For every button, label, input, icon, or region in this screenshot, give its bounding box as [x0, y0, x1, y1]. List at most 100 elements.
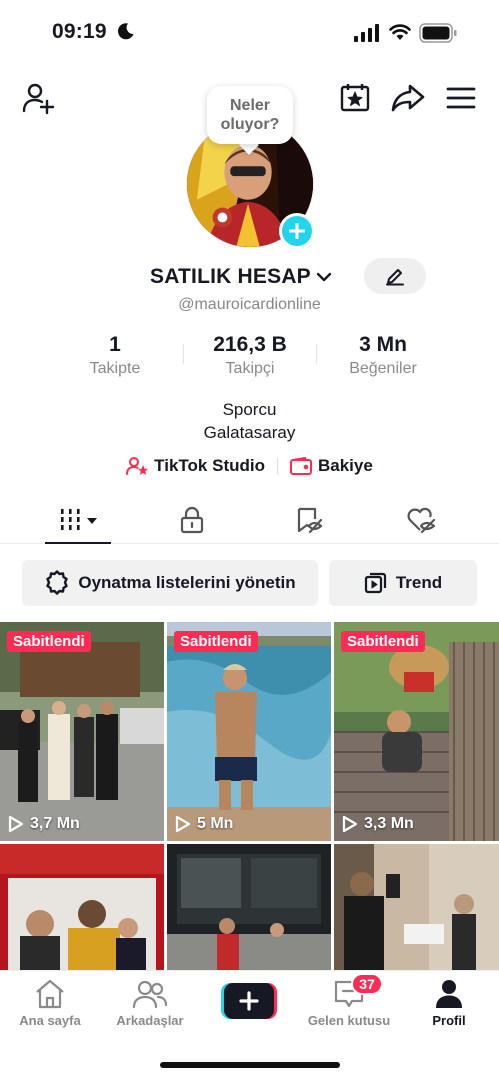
bio-line-2: Galatasaray — [203, 423, 296, 442]
calendar-button[interactable] — [336, 78, 374, 116]
nav-profile-label: Profil — [432, 1013, 466, 1028]
stat-following[interactable]: 1 Takipte — [50, 332, 180, 380]
manage-playlists-label: Oynatma listelerini yönetin — [78, 573, 296, 592]
pinned-badge: Sabitlendi — [174, 631, 258, 652]
profile-links: TikTok Studio Bakiye — [0, 453, 499, 479]
bubble-line-2: oluyor? — [220, 116, 280, 133]
bookmark-eye-slash-icon — [297, 507, 323, 534]
create-button[interactable] — [221, 983, 277, 1019]
nav-inbox-label: Gelen kutusu — [307, 1013, 391, 1028]
links-divider — [277, 458, 278, 474]
wallet-icon — [290, 457, 312, 475]
profile-stats: 1 Takipte 216,3 B Takipçi 3 Mn Beğeniler — [50, 332, 450, 382]
home-icon — [36, 979, 64, 1009]
view-count: 3,3 Mn — [342, 815, 414, 833]
nav-home-label: Ana sayfa — [19, 1013, 81, 1028]
video-tile[interactable]: Sabitlendi 3,7 Mn — [0, 622, 164, 841]
bio-line-1: Sporcu — [222, 400, 277, 419]
video-tile[interactable]: Sabitlendi 5 Mn — [167, 622, 331, 841]
nav-friends[interactable]: Arkadaşlar — [100, 979, 200, 1028]
heart-eye-slash-icon — [407, 507, 436, 534]
stat-followers[interactable]: 216,3 B Takipçi — [185, 332, 315, 380]
followers-count: 216,3 B — [213, 333, 287, 356]
following-count: 1 — [109, 333, 121, 356]
menu-button[interactable] — [442, 80, 480, 116]
view-count: 5 Mn — [175, 815, 233, 833]
grid-videos-icon — [61, 509, 97, 530]
view-count: 3,7 Mn — [8, 815, 80, 833]
display-name-row[interactable]: SATILIK HESAP — [150, 262, 333, 292]
nav-home[interactable]: Ana sayfa — [0, 979, 100, 1028]
friends-icon — [133, 980, 167, 1009]
following-label: Takipte — [89, 360, 141, 377]
hamburger-menu-icon — [446, 87, 476, 109]
pinned-badge: Sabitlendi — [7, 631, 91, 652]
profile-person-icon — [436, 980, 462, 1008]
balance-label: Bakiye — [318, 456, 373, 475]
user-star-icon — [126, 457, 149, 475]
active-tab-indicator — [45, 542, 111, 544]
view-count-value: 3,3 Mn — [364, 815, 414, 832]
share-arrow-icon — [391, 84, 425, 112]
moon-icon — [117, 23, 134, 40]
manage-playlists-button[interactable]: Oynatma listelerini yönetin — [22, 560, 318, 606]
home-indicator — [160, 1062, 340, 1068]
nav-profile[interactable]: Profil — [399, 979, 499, 1028]
signal-icon — [354, 24, 379, 42]
trend-label: Trend — [395, 573, 443, 592]
video-thumbnail — [0, 622, 164, 841]
add-user-icon — [22, 83, 55, 115]
balance-link[interactable]: Bakiye — [290, 456, 373, 476]
status-bar: 09:19 — [0, 0, 499, 64]
add-friend-button[interactable] — [18, 80, 58, 116]
playlist-gear-icon — [46, 570, 69, 595]
video-thumbnail — [0, 844, 164, 970]
pinned-badge: Sabitlendi — [341, 631, 425, 652]
tab-videos[interactable] — [24, 496, 134, 544]
video-thumbnail — [167, 622, 331, 841]
pencil-icon — [386, 269, 404, 286]
play-icon — [342, 815, 358, 833]
play-icon — [175, 815, 191, 833]
tab-saved[interactable] — [254, 496, 364, 544]
followers-label: Takipçi — [225, 360, 275, 377]
plus-icon — [289, 223, 305, 239]
status-time: 09:19 — [52, 20, 107, 43]
status-bubble[interactable]: Neler oluyor? — [207, 86, 293, 144]
stat-divider — [183, 344, 184, 364]
nav-friends-label: Arkadaşlar — [116, 1013, 184, 1028]
lock-icon — [180, 506, 204, 534]
tab-private[interactable] — [137, 496, 247, 544]
video-tile[interactable] — [0, 844, 164, 970]
bio: Sporcu Galatasaray — [0, 398, 499, 444]
bubble-line-1: Neler — [229, 97, 271, 114]
tab-liked[interactable] — [366, 496, 476, 544]
view-count-value: 5 Mn — [197, 815, 234, 832]
wifi-icon — [389, 24, 411, 40]
stacked-play-icon — [364, 572, 386, 594]
likes-label: Beğeniler — [349, 360, 417, 377]
likes-count: 3 Mn — [359, 333, 407, 356]
play-icon — [8, 815, 24, 833]
inbox-badge: 37 — [351, 973, 383, 995]
calendar-star-icon — [340, 84, 370, 112]
video-thumbnail — [334, 622, 499, 841]
share-button[interactable] — [388, 80, 428, 116]
stat-divider — [316, 344, 317, 364]
tiktok-studio-link[interactable]: TikTok Studio — [126, 456, 265, 476]
video-grid: Sabitlendi 3,7 Mn Sabitlendi 5 Mn Sabitl… — [0, 622, 499, 970]
nav-inbox[interactable]: Gelen kutusu — [299, 979, 399, 1028]
add-avatar-button[interactable] — [279, 213, 315, 249]
view-count-value: 3,7 Mn — [30, 815, 80, 832]
video-tile[interactable] — [334, 844, 499, 970]
video-tile[interactable]: Sabitlendi 3,3 Mn — [334, 622, 499, 841]
chevron-down-icon — [316, 272, 332, 282]
trend-button[interactable]: Trend — [329, 560, 477, 606]
tiktok-studio-label: TikTok Studio — [154, 456, 265, 475]
video-tile[interactable] — [167, 844, 331, 970]
video-thumbnail — [167, 844, 331, 970]
stat-likes[interactable]: 3 Mn Beğeniler — [318, 332, 448, 380]
username: @mauroicardionline — [178, 296, 321, 313]
edit-profile-button[interactable] — [364, 258, 426, 294]
video-thumbnail — [334, 844, 499, 970]
